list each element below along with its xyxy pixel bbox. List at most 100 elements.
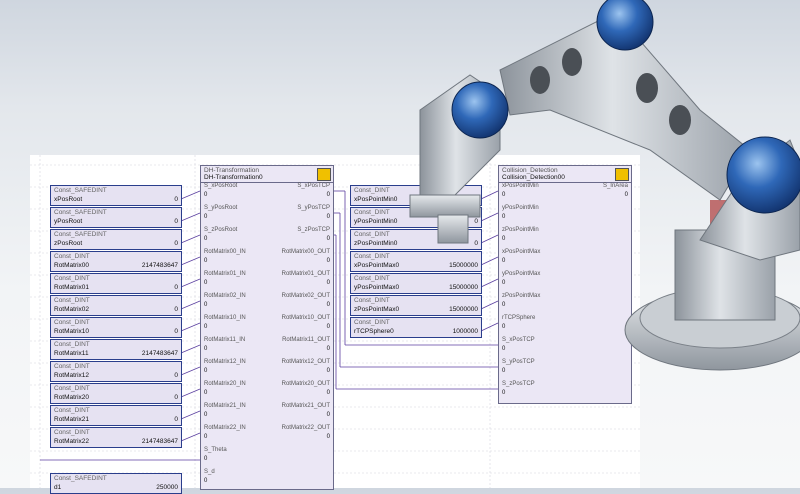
- dh-input-pin[interactable]: S_zPosRoot: [204, 227, 237, 233]
- dh-output-value: 0: [326, 258, 330, 264]
- dh-block-type: DH-Transformation: [204, 167, 260, 174]
- wire: [180, 256, 201, 266]
- dh-output-value: 0: [326, 412, 330, 418]
- const-type: Const_DINT: [54, 429, 90, 436]
- const-name: RotMatrix11: [54, 350, 89, 357]
- dh-output-value: 0: [326, 236, 330, 242]
- const-block-RotMatrix22[interactable]: Const_DINT RotMatrix22 2147483647: [50, 427, 182, 448]
- dh-input-pin[interactable]: RotMatrix10_IN: [204, 315, 246, 321]
- dh-output-pin[interactable]: RotMatrix10_OUT: [282, 315, 330, 321]
- dh-input-pin[interactable]: RotMatrix00_IN: [204, 249, 246, 255]
- robot-arm-illustration: [409, 0, 800, 371]
- dh-output-pin[interactable]: RotMatrix20_OUT: [282, 381, 330, 387]
- const-value: 0: [174, 306, 178, 313]
- dh-output-pin[interactable]: RotMatrix11_OUT: [282, 337, 330, 343]
- wire: [180, 410, 201, 420]
- const-block-yPosRoot[interactable]: Const_SAFEDINT yPosRoot 0: [50, 207, 182, 228]
- dh-input-value: 0: [204, 478, 208, 484]
- const-block-RotMatrix01[interactable]: Const_DINT RotMatrix01 0: [50, 273, 182, 294]
- const-name: RotMatrix02: [54, 306, 90, 313]
- dh-block-instance: DH-Transformation0: [204, 174, 263, 181]
- dh-input-pin[interactable]: RotMatrix20_IN: [204, 381, 246, 387]
- const-block-RotMatrix20[interactable]: Const_DINT RotMatrix20 0: [50, 383, 182, 404]
- dh-output-value: 0: [326, 192, 330, 198]
- const-value: 2147483647: [141, 262, 178, 269]
- dh-input-pin[interactable]: S_d: [204, 469, 215, 475]
- dh-transformation-block[interactable]: DH-Transformation DH-Transformation0 S_x…: [200, 165, 334, 490]
- dh-input-value: 0: [204, 390, 208, 396]
- dh-output-pin[interactable]: RotMatrix12_OUT: [282, 359, 330, 365]
- dh-output-pin[interactable]: S_yPosTCP: [297, 205, 330, 211]
- const-type: Const_DINT: [354, 275, 390, 282]
- const-block-xPosRoot[interactable]: Const_SAFEDINT xPosRoot 0: [50, 185, 182, 206]
- dh-output-pin[interactable]: RotMatrix00_OUT: [282, 249, 330, 255]
- const-type: Const_SAFEDINT: [54, 187, 107, 194]
- const-value: 0: [174, 284, 178, 291]
- const-value: 2147483647: [141, 350, 178, 357]
- robot-arm-icon: [317, 168, 331, 181]
- dh-input-pin[interactable]: RotMatrix21_IN: [204, 403, 246, 409]
- const-block-RotMatrix00[interactable]: Const_DINT RotMatrix00 2147483647: [50, 251, 182, 272]
- const-name: RotMatrix21: [54, 416, 90, 423]
- const-value: 0: [174, 394, 178, 401]
- const-name: zPosPointMax0: [354, 306, 400, 313]
- const-block-d1[interactable]: Const_SAFEDINT d1 250000: [50, 473, 182, 494]
- const-type: Const_DINT: [354, 253, 390, 260]
- const-block-RotMatrix11[interactable]: Const_DINT RotMatrix11 2147483647: [50, 339, 182, 360]
- wire: [180, 234, 201, 244]
- const-type: Const_DINT: [54, 385, 90, 392]
- dh-input-pin[interactable]: RotMatrix11_IN: [204, 337, 245, 343]
- const-type: Const_DINT: [54, 319, 90, 326]
- const-name: xPosPointMin0: [354, 196, 398, 203]
- dh-output-pin[interactable]: S_xPosTCP: [297, 183, 330, 189]
- dh-input-pin[interactable]: S_yPosRoot: [204, 205, 237, 211]
- dh-input-value: 0: [204, 214, 208, 220]
- dh-input-pin[interactable]: RotMatrix01_IN: [204, 271, 246, 277]
- dh-output-pin[interactable]: RotMatrix22_OUT: [282, 425, 330, 431]
- const-block-zPosRoot[interactable]: Const_SAFEDINT zPosRoot 0: [50, 229, 182, 250]
- wire: [180, 432, 201, 442]
- const-value: 0: [174, 416, 178, 423]
- dh-input-value: 0: [204, 302, 208, 308]
- wire: [180, 344, 201, 354]
- dh-input-value: 0: [204, 280, 208, 286]
- const-name: RotMatrix22: [54, 438, 90, 445]
- const-type: Const_SAFEDINT: [54, 209, 107, 216]
- const-value: 0: [174, 240, 178, 247]
- const-value: 0: [174, 218, 178, 225]
- dh-input-pin[interactable]: S_xPosRoot: [204, 183, 237, 189]
- dh-input-pin[interactable]: S_Theta: [204, 447, 227, 453]
- dh-output-value: 0: [326, 324, 330, 330]
- dh-output-value: 0: [326, 434, 330, 440]
- wire: [180, 212, 201, 222]
- wire: [180, 278, 201, 288]
- const-block-RotMatrix12[interactable]: Const_DINT RotMatrix12 0: [50, 361, 182, 382]
- const-name: yPosRoot: [54, 218, 83, 225]
- dh-input-value: 0: [204, 346, 208, 352]
- dh-input-value: 0: [204, 368, 208, 374]
- const-name: xPosRoot: [54, 196, 83, 203]
- dh-output-pin[interactable]: RotMatrix21_OUT: [282, 403, 330, 409]
- const-type: Const_DINT: [354, 297, 390, 304]
- const-type: Const_DINT: [354, 231, 390, 238]
- dh-output-pin[interactable]: S_zPosTCP: [297, 227, 330, 233]
- dh-output-pin[interactable]: RotMatrix01_OUT: [282, 271, 330, 277]
- const-block-RotMatrix10[interactable]: Const_DINT RotMatrix10 0: [50, 317, 182, 338]
- const-type: Const_SAFEDINT: [54, 231, 107, 238]
- wire: [180, 388, 201, 398]
- dh-output-value: 0: [326, 368, 330, 374]
- const-value: 0: [174, 372, 178, 379]
- dh-input-pin[interactable]: RotMatrix02_IN: [204, 293, 246, 299]
- dh-input-pin[interactable]: RotMatrix22_IN: [204, 425, 246, 431]
- const-type: Const_DINT: [54, 275, 90, 282]
- wire: [180, 300, 201, 310]
- const-type: Const_DINT: [54, 363, 90, 370]
- const-block-RotMatrix02[interactable]: Const_DINT RotMatrix02 0: [50, 295, 182, 316]
- dh-input-pin[interactable]: RotMatrix12_IN: [204, 359, 246, 365]
- const-type: Const_DINT: [354, 209, 390, 216]
- const-value: 0: [174, 196, 178, 203]
- dh-output-pin[interactable]: RotMatrix02_OUT: [282, 293, 330, 299]
- const-name: RotMatrix12: [54, 372, 90, 379]
- const-block-RotMatrix21[interactable]: Const_DINT RotMatrix21 0: [50, 405, 182, 426]
- const-name: yPosPointMin0: [354, 218, 398, 225]
